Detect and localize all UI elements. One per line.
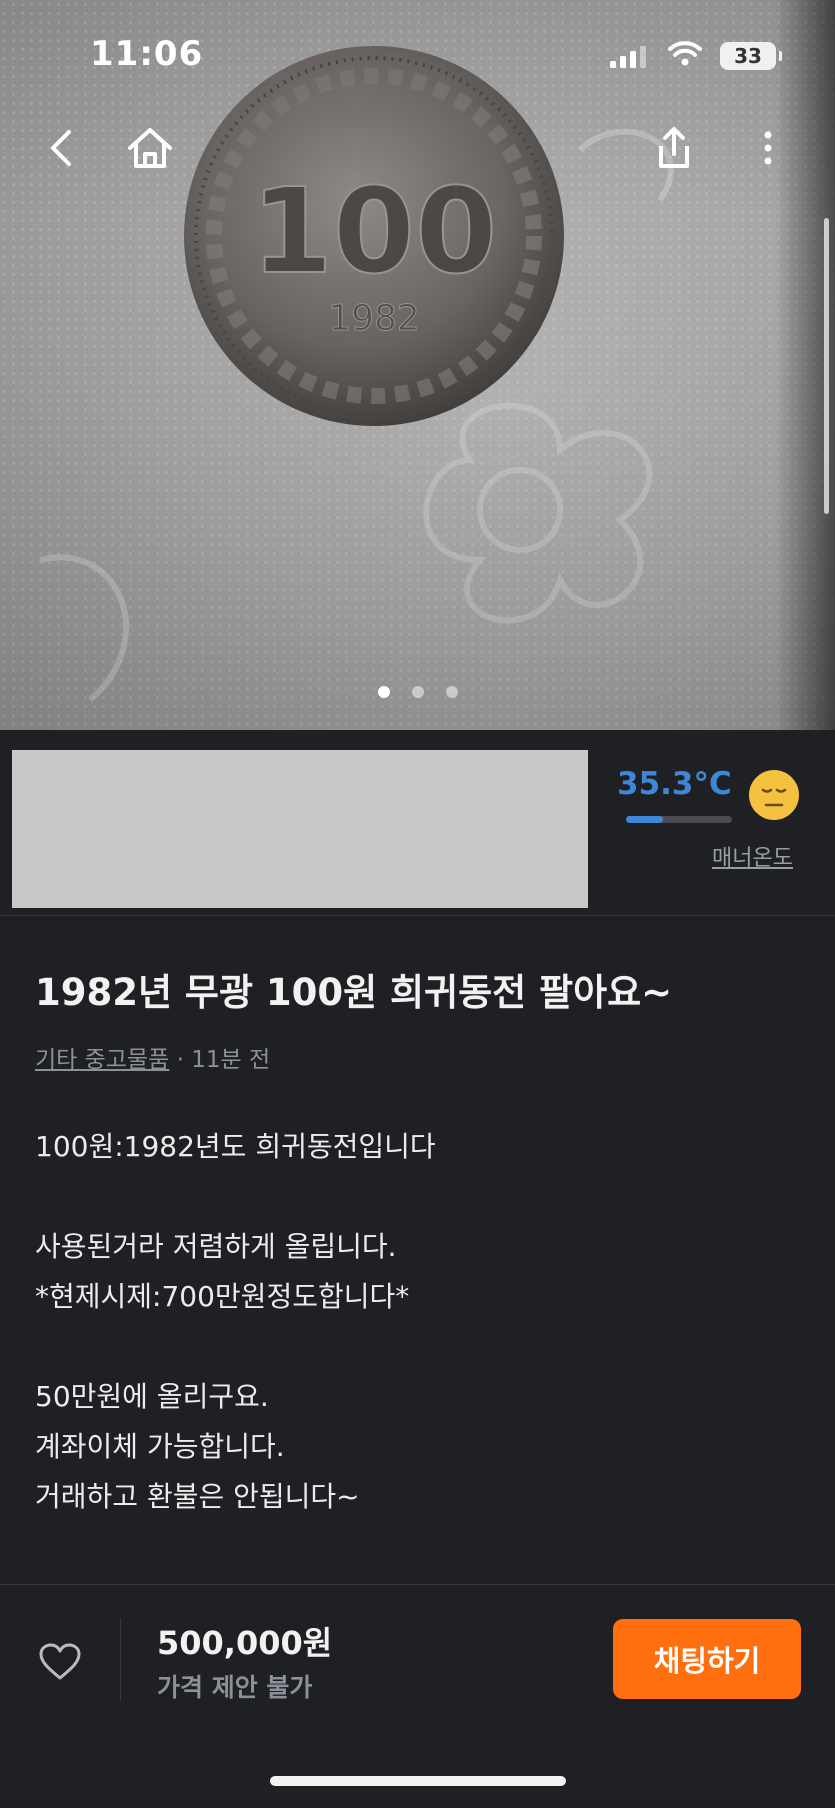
chevron-left-icon: [51, 130, 71, 166]
category-link[interactable]: 기타 중고물품: [35, 1047, 169, 1073]
back-button[interactable]: [30, 118, 90, 178]
status-bar: 11:06 33: [0, 0, 835, 110]
divider: [120, 1618, 121, 1700]
price: 500,000원: [157, 1624, 333, 1662]
battery-indicator: 33: [720, 42, 782, 70]
manner-temperature-bar: [626, 816, 732, 823]
page-dot[interactable]: [445, 686, 458, 698]
description-line: 사용된거라 저렴하게 올립니다.: [35, 1230, 397, 1263]
more-vertical-icon: [764, 131, 772, 165]
description-line: [35, 1172, 436, 1222]
heart-icon: [39, 1643, 81, 1680]
status-time: 11:06: [90, 34, 204, 74]
description-line: 계좌이체 가능합니다.: [35, 1430, 285, 1463]
cellular-signal-icon: [610, 46, 646, 68]
seller-section: [0, 730, 835, 916]
negotiation-status: 가격 제안 불가: [157, 1673, 313, 1702]
scrollbar[interactable]: [824, 218, 829, 514]
page-dot[interactable]: [411, 686, 424, 698]
unhappy-face-icon: [749, 770, 799, 820]
chat-button[interactable]: 채팅하기: [613, 1619, 801, 1699]
post-title: 1982년 무광 100원 희귀동전 팔아요~: [35, 971, 673, 1014]
wifi-icon: [668, 41, 702, 66]
post-meta: 기타 중고물품 · 11분 전: [35, 1040, 270, 1074]
description-line: *현제시제:700만원정도합니다*: [35, 1280, 410, 1313]
photo-page-indicator: [0, 686, 835, 698]
page-dot[interactable]: [377, 686, 390, 698]
seller-profile-redacted[interactable]: [12, 750, 588, 908]
home-indicator[interactable]: [270, 1776, 566, 1786]
manner-temperature-link[interactable]: 매너온도: [712, 840, 793, 872]
description-line: 100원:1982년도 희귀동전입니다: [35, 1130, 436, 1163]
share-button[interactable]: [644, 118, 704, 178]
post-description: 100원:1982년도 희귀동전입니다 사용된거라 저렴하게 올립니다. *현제…: [35, 1122, 436, 1522]
description-line: 50만원에 올리구요.: [35, 1380, 269, 1413]
share-icon: [659, 127, 689, 168]
like-button[interactable]: [38, 1642, 82, 1686]
description-line: [35, 1322, 436, 1372]
posted-time: · 11분 전: [176, 1047, 271, 1073]
home-button[interactable]: [120, 118, 180, 178]
manner-temperature-value: 35.3°C: [617, 766, 732, 802]
home-icon: [128, 128, 172, 168]
more-options-button[interactable]: [738, 118, 798, 178]
description-line: 거래하고 환불은 안됩니다~: [35, 1480, 360, 1513]
manner-temperature-fill: [626, 816, 664, 823]
